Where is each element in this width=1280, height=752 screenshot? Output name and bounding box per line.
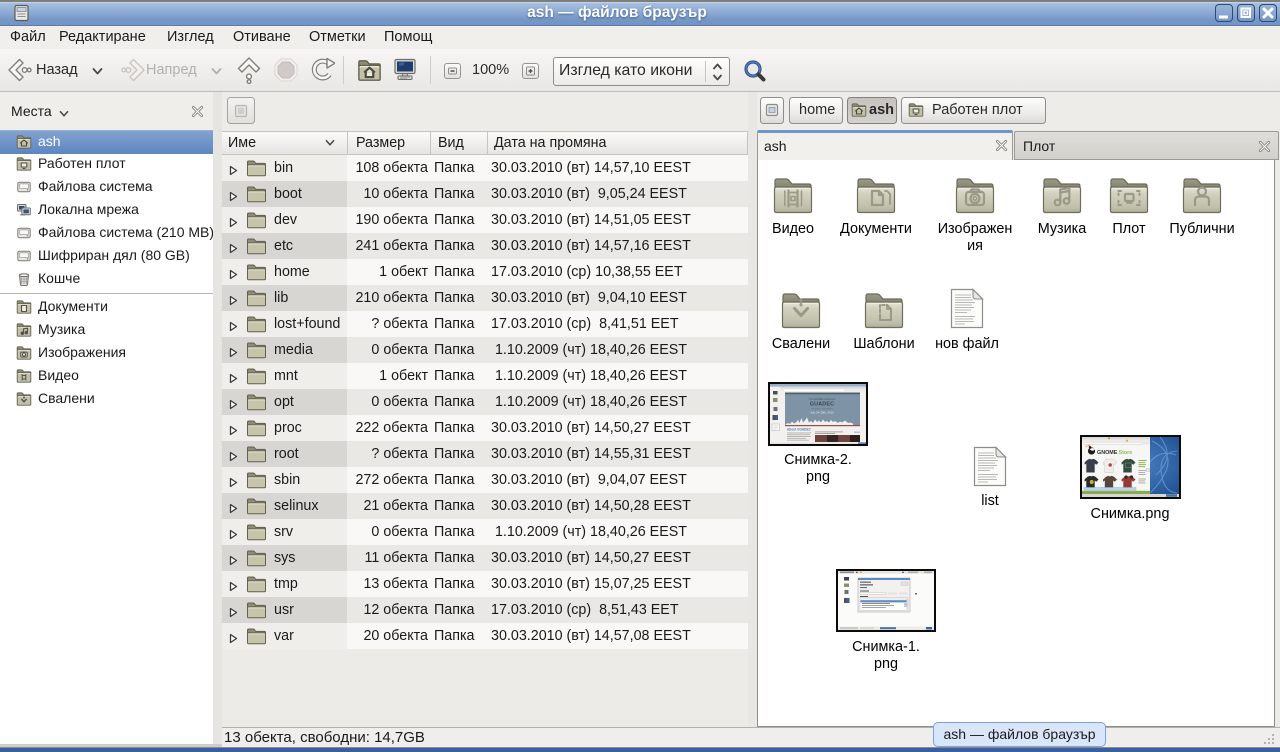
- svg-text:About GUADEC: About GUADEC: [787, 428, 812, 432]
- svg-text:Store: Store: [1119, 450, 1133, 456]
- svg-text:July 24-30th, 2010: July 24-30th, 2010: [810, 411, 834, 415]
- svg-text:GNOME: GNOME: [1097, 450, 1118, 456]
- svg-text:more: more: [854, 430, 860, 434]
